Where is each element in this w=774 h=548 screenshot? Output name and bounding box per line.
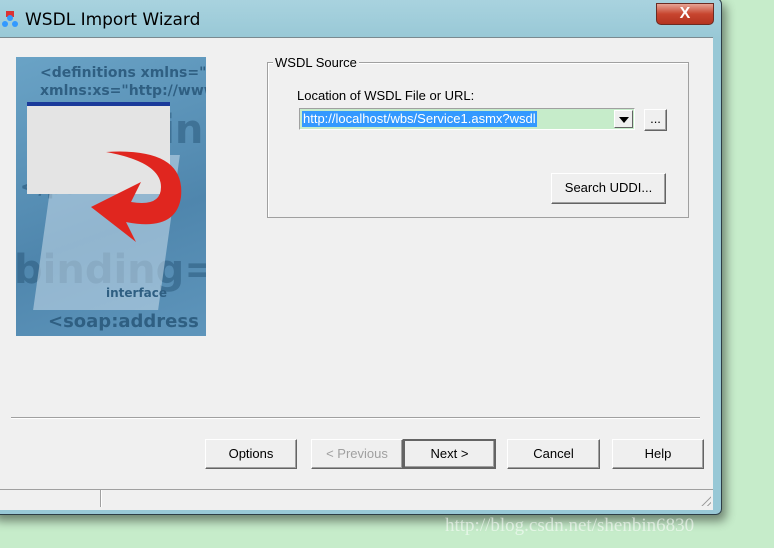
options-button[interactable]: Options <box>205 439 297 469</box>
search-uddi-button[interactable]: Search UDDI... <box>551 173 666 204</box>
chevron-down-icon[interactable] <box>614 110 633 128</box>
window-title: WSDL Import Wizard <box>25 10 201 30</box>
banner-text: <soap:address <box>48 311 199 332</box>
help-button[interactable]: Help <box>612 439 704 469</box>
location-label: Location of WSDL File or URL: <box>297 88 475 103</box>
wizard-app-icon <box>2 11 18 27</box>
banner-text: <definitions xmlns="htt <box>40 65 206 81</box>
browse-button[interactable]: ... <box>644 109 667 131</box>
previous-button[interactable]: < Previous <box>311 439 403 469</box>
banner-text: xmlns:xs="http://www.w <box>40 83 206 99</box>
close-button[interactable]: X <box>656 3 714 25</box>
wsdl-url-value[interactable]: http://localhost/wbs/Service1.asmx?wsdl <box>302 111 537 127</box>
red-arrow-icon <box>91 151 182 242</box>
separator <box>11 417 700 419</box>
status-bar <box>0 489 713 510</box>
wsdl-url-combobox[interactable]: http://localhost/wbs/Service1.asmx?wsdl <box>299 108 635 130</box>
wsdl-source-title: WSDL Source <box>273 55 359 70</box>
watermark: http://blog.csdn.net/shenbin6830 <box>445 515 695 536</box>
next-button[interactable]: Next > <box>403 439 496 469</box>
wizard-banner-image: <definitions xmlns="htt xmlns:xs="http:/… <box>16 57 206 336</box>
banner-text: interface <box>106 286 168 300</box>
status-divider <box>100 490 102 507</box>
cancel-button[interactable]: Cancel <box>507 439 600 469</box>
